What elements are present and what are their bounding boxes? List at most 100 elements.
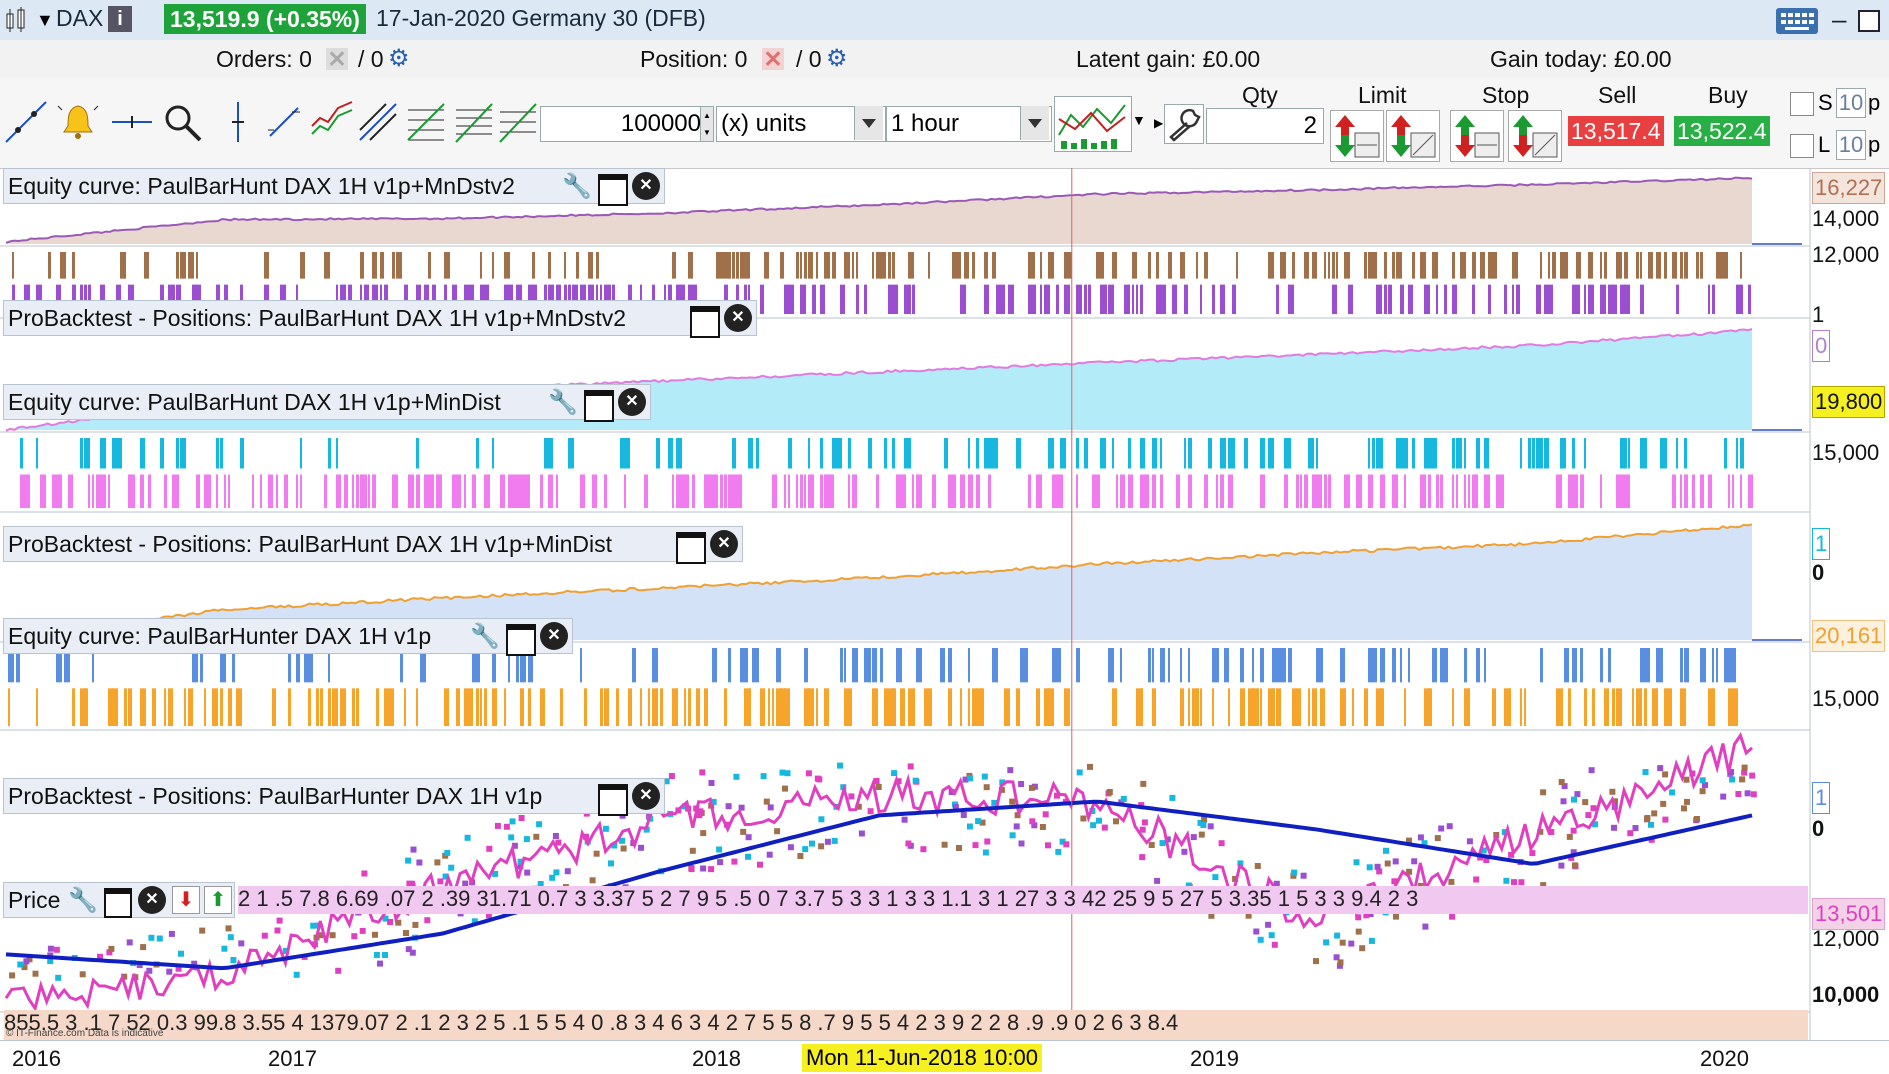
position-bar-short	[1256, 688, 1259, 726]
position-bar-short	[1228, 474, 1233, 508]
equity-2-close-icon[interactable]: ✕	[618, 388, 646, 416]
position-bar-long	[1180, 252, 1185, 279]
equity-2-settings-icon[interactable]: 🔧	[548, 388, 578, 417]
position-bar-long	[852, 252, 854, 279]
position-bar-short	[772, 474, 777, 508]
indicators-dropdown-icon[interactable]: ▼	[1132, 112, 1146, 128]
price-settings-icon[interactable]: 🔧	[68, 886, 98, 915]
qty-input[interactable]: 2	[1206, 108, 1324, 144]
position-bar-short	[604, 474, 607, 508]
buy-button[interactable]: 13,522.4	[1674, 116, 1770, 146]
orders-gear-icon[interactable]: ⚙	[388, 44, 410, 73]
restore-icon[interactable]	[1858, 10, 1880, 32]
limit-checkbox[interactable]	[1790, 134, 1814, 158]
limit-buy-button[interactable]	[1330, 110, 1384, 162]
limit-distance-input[interactable]: 10	[1836, 130, 1866, 160]
position-bar-long	[1048, 438, 1054, 469]
keyboard-icon[interactable]	[1776, 8, 1818, 34]
positions-1-close-icon[interactable]: ✕	[724, 304, 752, 332]
parallel-lines-icon[interactable]	[356, 100, 400, 144]
equity-3-close-icon[interactable]: ✕	[540, 622, 568, 650]
amount-stepper-icon[interactable]: ▲ ▼	[700, 106, 714, 142]
trade-marker	[708, 780, 715, 786]
symbol-dropdown-icon[interactable]: ▼	[36, 10, 54, 31]
positions-2-close-icon[interactable]: ✕	[710, 530, 738, 558]
fibonacci-icon[interactable]	[404, 100, 448, 144]
vertical-line-icon[interactable]	[216, 100, 260, 144]
position-gear-icon[interactable]: ⚙	[826, 44, 848, 73]
positions-2-window-icon[interactable]	[676, 532, 706, 564]
position-bar-short	[1212, 284, 1215, 314]
toolbar-expand-icon[interactable]: ▶	[1154, 116, 1163, 130]
info-icon[interactable]: i	[108, 6, 132, 32]
equity-1-close-icon[interactable]: ✕	[632, 172, 660, 200]
position-bar-short	[656, 688, 658, 726]
position-bar-long	[808, 438, 810, 469]
position-bar-short	[1388, 284, 1392, 314]
equity-2-window-icon[interactable]	[584, 390, 614, 422]
position-bar-long	[804, 648, 808, 683]
channel-tool-icon[interactable]	[310, 100, 354, 144]
positions-3-close-icon[interactable]: ✕	[632, 782, 660, 810]
trade-marker	[982, 849, 989, 856]
position-bar-long	[300, 438, 302, 469]
positions-1-window-icon[interactable]	[690, 306, 720, 338]
position-bar-long	[176, 252, 179, 279]
price-buy-arrow-icon[interactable]: ⬆	[204, 886, 232, 914]
position-bar-long	[1372, 252, 1377, 279]
position-bar-short	[1204, 474, 1208, 508]
position-bar-short	[1356, 474, 1362, 508]
chart-type-icon[interactable]	[4, 6, 32, 34]
stop-sell-button[interactable]	[1508, 110, 1562, 162]
horizontal-line-icon[interactable]	[110, 100, 154, 144]
trade-marker	[787, 844, 794, 851]
price-close-icon[interactable]: ✕	[138, 886, 166, 914]
sell-button[interactable]: 13,517.4	[1568, 116, 1664, 146]
position-bar-long	[1364, 252, 1367, 279]
alert-bell-icon[interactable]	[56, 100, 100, 144]
position-bar-long	[1412, 438, 1415, 469]
annotate-icon[interactable]	[496, 100, 540, 144]
indicators-button[interactable]	[1054, 96, 1132, 152]
trade-marker	[1313, 958, 1319, 965]
position-bar-short	[684, 474, 689, 508]
position-bar-long	[1028, 252, 1032, 279]
position-bar-long	[1608, 648, 1611, 683]
stop-distance-input[interactable]: 10	[1836, 88, 1866, 118]
position-bar-long	[1372, 648, 1377, 683]
equity-3-settings-icon[interactable]: 🔧	[470, 622, 500, 651]
position-bar-long	[1624, 252, 1628, 279]
positions-3-window-icon[interactable]	[598, 784, 628, 816]
trade-marker	[1684, 798, 1690, 805]
symbol-label[interactable]: DAX	[56, 5, 103, 32]
position-cancel-icon[interactable]: ✕	[762, 48, 784, 71]
amount-input[interactable]: 100000	[540, 106, 708, 142]
orders-label: Orders: 0	[216, 46, 312, 72]
trade-marker	[448, 864, 455, 871]
position-bar-short	[1436, 474, 1439, 508]
gann-fan-icon[interactable]	[452, 100, 496, 144]
price-sell-arrow-icon[interactable]: ⬇	[172, 886, 200, 914]
stop-checkbox[interactable]	[1790, 92, 1814, 116]
position-bar-short	[388, 688, 394, 726]
equity-3-window-icon[interactable]	[506, 624, 536, 656]
price-window-icon[interactable]	[104, 888, 132, 918]
orders-cancel-icon[interactable]: ✕	[326, 48, 348, 71]
segment-tool-icon[interactable]	[262, 100, 306, 144]
trading-settings-icon[interactable]	[1164, 104, 1204, 144]
trade-marker	[508, 834, 515, 841]
position-bar-short	[788, 284, 792, 314]
equity-1-window-icon[interactable]	[598, 174, 628, 206]
units-dropdown-icon[interactable]	[854, 106, 883, 140]
zoom-icon[interactable]	[160, 100, 204, 144]
timeframe-dropdown-icon[interactable]	[1020, 106, 1049, 140]
equity-1-settings-icon[interactable]: 🔧	[562, 172, 592, 201]
trade-marker	[1392, 858, 1399, 865]
minimize-icon[interactable]: –	[1832, 4, 1846, 35]
position-bar-short	[1656, 688, 1658, 726]
position-bar-short	[1568, 474, 1572, 508]
trade-marker	[1735, 791, 1742, 797]
trendline-tool-icon[interactable]	[4, 100, 48, 144]
limit-sell-button[interactable]	[1386, 110, 1440, 162]
stop-buy-button[interactable]	[1450, 110, 1504, 162]
